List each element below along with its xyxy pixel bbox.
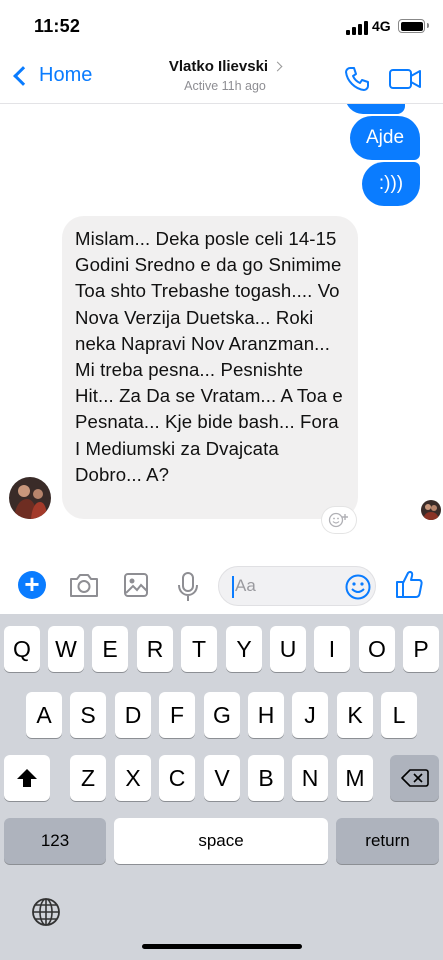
- received-message[interactable]: Mislam... Deka posle celi 14-15 Godini S…: [62, 216, 358, 519]
- key-d[interactable]: D: [115, 692, 151, 738]
- sent-message[interactable]: Ajde: [350, 116, 420, 160]
- numbers-key[interactable]: 123: [4, 818, 106, 864]
- sent-message[interactable]: :))): [362, 162, 420, 206]
- key-h[interactable]: H: [248, 692, 284, 738]
- composer-bar: + Aa: [0, 558, 443, 614]
- status-time: 11:52: [34, 16, 81, 36]
- key-u[interactable]: U: [270, 626, 306, 672]
- back-button[interactable]: Home: [10, 64, 92, 87]
- shift-arrow-icon: [17, 769, 37, 787]
- contact-avatar[interactable]: [9, 477, 51, 519]
- key-q[interactable]: Q: [4, 626, 40, 672]
- key-k[interactable]: K: [337, 692, 373, 738]
- globe-icon[interactable]: [30, 896, 62, 928]
- key-p[interactable]: P: [403, 626, 439, 672]
- key-w[interactable]: W: [48, 626, 84, 672]
- key-e[interactable]: E: [92, 626, 128, 672]
- contact-name: Vlatko Ilievski: [168, 58, 269, 75]
- sent-message-partial[interactable]: [345, 104, 405, 114]
- key-s[interactable]: S: [70, 692, 106, 738]
- image-icon[interactable]: [122, 571, 150, 599]
- key-g[interactable]: G: [204, 692, 240, 738]
- chevron-right-icon: [272, 61, 283, 72]
- home-indicator[interactable]: [142, 944, 302, 949]
- phone-icon[interactable]: [342, 64, 372, 94]
- key-m[interactable]: M: [337, 755, 373, 801]
- backspace-icon: [400, 769, 429, 787]
- text-caret: [232, 576, 234, 598]
- key-l[interactable]: L: [381, 692, 417, 738]
- keyboard: Q W E R T Y U I O P A S D F G H J K L Z …: [0, 614, 443, 960]
- key-o[interactable]: O: [359, 626, 395, 672]
- key-r[interactable]: R: [137, 626, 173, 672]
- status-bar: 11:52 4G: [0, 0, 443, 52]
- key-v[interactable]: V: [204, 755, 240, 801]
- back-label: Home: [39, 64, 93, 86]
- shift-key[interactable]: [4, 755, 50, 801]
- key-a[interactable]: A: [26, 692, 62, 738]
- space-key[interactable]: space: [114, 818, 328, 864]
- read-receipt-avatar: [421, 500, 441, 520]
- key-f[interactable]: F: [159, 692, 195, 738]
- contact-name-row: Vlatko Ilievski: [168, 58, 283, 75]
- microphone-icon[interactable]: [174, 571, 202, 603]
- network-type: 4G: [372, 18, 391, 34]
- battery-icon: [398, 19, 429, 33]
- thumbs-up-icon[interactable]: [394, 568, 424, 600]
- video-icon[interactable]: [388, 65, 422, 93]
- return-key[interactable]: return: [336, 818, 439, 864]
- key-y[interactable]: Y: [226, 626, 262, 672]
- active-status: Active 11h ago: [184, 79, 266, 93]
- key-c[interactable]: C: [159, 755, 195, 801]
- message-input[interactable]: Aa: [218, 566, 376, 606]
- contact-title[interactable]: Vlatko Ilievski Active 11h ago: [150, 58, 300, 93]
- key-j[interactable]: J: [292, 692, 328, 738]
- key-i[interactable]: I: [314, 626, 350, 672]
- camera-icon[interactable]: [68, 571, 100, 599]
- key-x[interactable]: X: [115, 755, 151, 801]
- signal-icon: [346, 21, 368, 35]
- message-placeholder: Aa: [235, 576, 256, 595]
- emoji-icon[interactable]: [344, 573, 372, 601]
- add-reaction-icon: [328, 512, 348, 528]
- plus-icon[interactable]: +: [18, 571, 46, 599]
- key-t[interactable]: T: [181, 626, 217, 672]
- key-b[interactable]: B: [248, 755, 284, 801]
- chat-header: Home Vlatko Ilievski Active 11h ago: [0, 52, 443, 104]
- delete-key[interactable]: [390, 755, 439, 801]
- reaction-button[interactable]: [322, 507, 356, 533]
- key-n[interactable]: N: [292, 755, 328, 801]
- back-chevron-icon: [13, 65, 33, 86]
- key-z[interactable]: Z: [70, 755, 106, 801]
- message-thread[interactable]: Ajde :))) Mislam... Deka posle celi 14-1…: [0, 104, 443, 549]
